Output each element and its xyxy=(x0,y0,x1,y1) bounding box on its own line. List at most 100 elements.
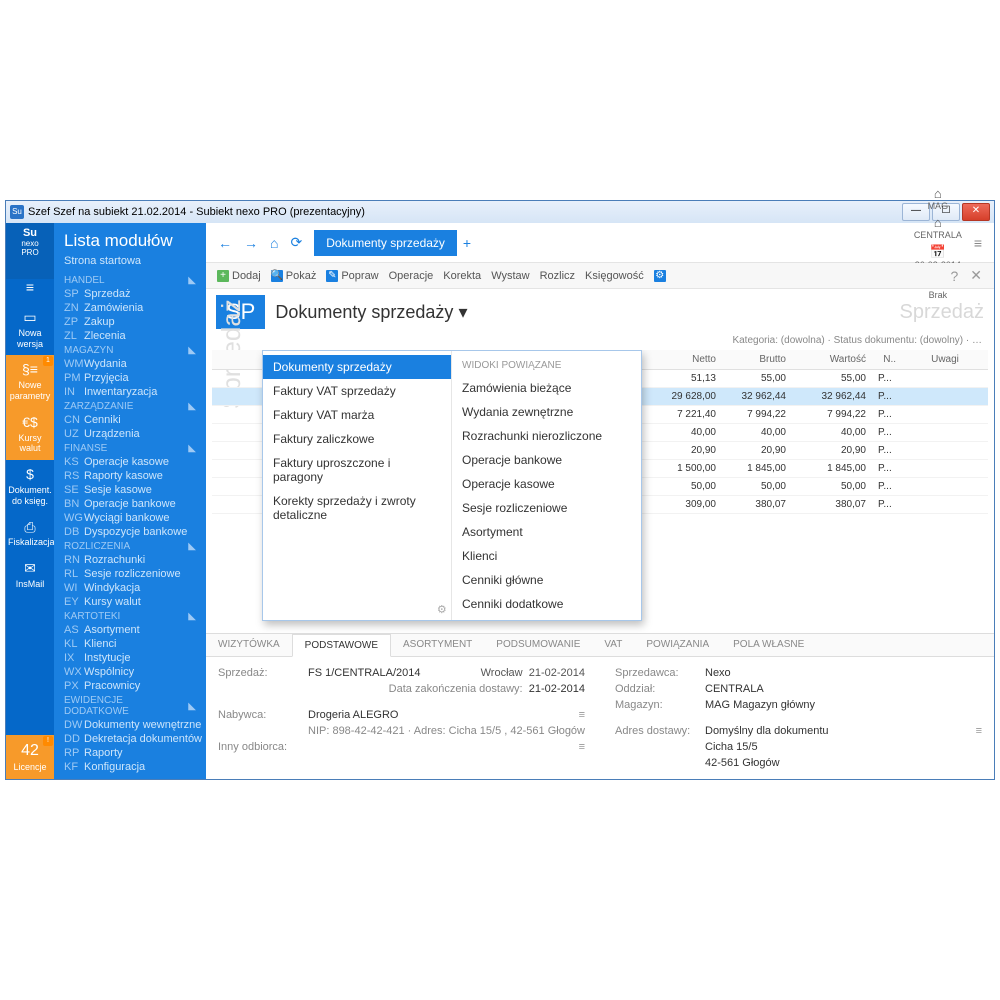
add-button[interactable]: +Dodaj xyxy=(212,267,266,285)
sidebar-item[interactable]: IXInstytucje xyxy=(54,651,206,665)
sidebar-item[interactable]: PMPrzyjęcia xyxy=(54,371,206,385)
show-button[interactable]: 🔍Pokaż xyxy=(266,267,322,285)
fix-button[interactable]: ✎Popraw xyxy=(321,267,383,285)
sidebar-category[interactable]: ZARZĄDZANIE◣ xyxy=(54,399,206,413)
dropdown-related-item[interactable]: Zamówienia bieżące xyxy=(452,376,641,400)
sidebar-item[interactable]: RNRozrachunki xyxy=(54,553,206,567)
col-wartosc[interactable]: Wartość xyxy=(792,350,872,369)
nav-menu-icon[interactable]: ≡ xyxy=(968,231,988,255)
sidebar-category[interactable]: ROZLICZENIA◣ xyxy=(54,539,206,553)
sidebar-item[interactable]: DWDokumenty wewnętrzne xyxy=(54,718,206,732)
nav-tab[interactable]: Dokumenty sprzedaży xyxy=(314,230,457,256)
sidebar-item[interactable]: CNCenniki xyxy=(54,413,206,427)
menu-icon[interactable]: ≡ xyxy=(976,725,982,737)
sidebar-category[interactable]: MAGAZYN◣ xyxy=(54,343,206,357)
sidebar-item[interactable]: KLKlienci xyxy=(54,637,206,651)
dropdown-related-item[interactable]: Operacje kasowe xyxy=(452,472,641,496)
sidebar-item[interactable]: KSOperacje kasowe xyxy=(54,455,206,469)
detail-tab[interactable]: PODSUMOWANIE xyxy=(484,634,592,656)
sidebar-item[interactable]: UZUrządzenia xyxy=(54,427,206,441)
sidebar-item[interactable]: INInwentaryzacja xyxy=(54,385,206,399)
sidebar-item[interactable]: WIWindykacja xyxy=(54,581,206,595)
license-button[interactable]: 42 Licencje ! xyxy=(6,735,54,779)
dropdown-item[interactable]: Dokumenty sprzedaży xyxy=(263,355,451,379)
rail-item[interactable]: ✉InsMail xyxy=(6,554,54,596)
sidebar-category[interactable]: FINANSE◣ xyxy=(54,441,206,455)
sidebar-item[interactable]: WXWspólnicy xyxy=(54,665,206,679)
sidebar-item[interactable]: ZLZlecenia xyxy=(54,329,206,343)
hamburger-icon[interactable]: ≡ xyxy=(6,279,54,303)
dropdown-item[interactable]: Faktury VAT sprzedaży xyxy=(263,379,451,403)
rail-item[interactable]: €$Kursy walut xyxy=(6,408,54,460)
sidebar-item[interactable]: DDDekretacja dokumentów xyxy=(54,732,206,746)
sidebar-item[interactable]: RPRaporty xyxy=(54,746,206,760)
menu-icon[interactable]: ≡ xyxy=(579,709,585,721)
sidebar-item[interactable]: ASAsortyment xyxy=(54,623,206,637)
sidebar-item[interactable]: WGWyciągi bankowe xyxy=(54,511,206,525)
value: Domyślny dla dokumentu xyxy=(705,725,976,737)
col-n[interactable]: N.. xyxy=(872,350,902,369)
dropdown-related-item[interactable]: Sesje rozliczeniowe xyxy=(452,496,641,520)
dropdown-related-item[interactable]: Asortyment xyxy=(452,520,641,544)
nav-home-icon[interactable]: ⌂ xyxy=(264,231,284,255)
col-brutto[interactable]: Brutto xyxy=(722,350,792,369)
nav-context-button[interactable]: ⌂MAG xyxy=(908,184,968,213)
col-uwagi[interactable]: Uwagi xyxy=(902,350,988,369)
col-netto[interactable]: Netto xyxy=(652,350,722,369)
operations-button[interactable]: Operacje xyxy=(384,267,439,285)
sidebar-item[interactable]: WMWydania xyxy=(54,357,206,371)
nav-back-icon[interactable]: ← xyxy=(212,231,238,255)
sidebar-category[interactable]: HANDEL◣ xyxy=(54,273,206,287)
dropdown-item[interactable]: Faktury uproszczone i paragony xyxy=(263,451,451,489)
close-panel-icon[interactable]: ✕ xyxy=(964,267,988,284)
sidebar-item[interactable]: SPSprzedaż xyxy=(54,287,206,301)
sidebar-item[interactable]: RLSesje rozliczeniowe xyxy=(54,567,206,581)
dropdown-related-item[interactable]: Cenniki główne xyxy=(452,568,641,592)
sidebar-item[interactable]: RSRaporty kasowe xyxy=(54,469,206,483)
dropdown-related-item[interactable]: Cenniki dodatkowe xyxy=(452,592,641,616)
dropdown-item[interactable]: Faktury VAT marża xyxy=(263,403,451,427)
nav-refresh-icon[interactable]: ⟳ xyxy=(284,230,308,255)
gear-icon[interactable]: ⚙ xyxy=(437,603,447,616)
sidebar-item[interactable]: DBDyspozycje bankowe xyxy=(54,525,206,539)
detail-tab[interactable]: POWIĄZANIA xyxy=(634,634,721,656)
detail-tab[interactable]: ASORTYMENT xyxy=(391,634,484,656)
accounting-button[interactable]: Księgowość xyxy=(580,267,649,285)
detail-tab[interactable]: WIZYTÓWKA xyxy=(206,634,292,656)
rail-item[interactable]: §≡Nowe parametry1 xyxy=(6,355,54,407)
rail-item[interactable]: $Dokument. do księg. xyxy=(6,460,54,512)
sidebar-item[interactable]: ZPZakup xyxy=(54,315,206,329)
issue-button[interactable]: Wystaw xyxy=(486,267,534,285)
dropdown-related-item[interactable]: Klienci xyxy=(452,544,641,568)
nav-context-button[interactable]: ⌂CENTRALA xyxy=(908,213,968,242)
detail-tab[interactable]: PODSTAWOWE xyxy=(292,634,391,657)
sidebar-start[interactable]: Strona startowa xyxy=(54,253,206,273)
settings-gear-button[interactable]: ⚙ xyxy=(649,267,671,285)
sidebar-item[interactable]: PXPracownicy xyxy=(54,679,206,693)
dropdown-related-item[interactable]: Rozrachunki nierozliczone xyxy=(452,424,641,448)
help-icon[interactable]: ? xyxy=(944,268,964,284)
sidebar-item[interactable]: BNOperacje bankowe xyxy=(54,497,206,511)
sidebar-item[interactable]: SESesje kasowe xyxy=(54,483,206,497)
menu-icon[interactable]: ≡ xyxy=(579,741,585,753)
dropdown-item[interactable]: Faktury zaliczkowe xyxy=(263,427,451,451)
detail-tab[interactable]: POLA WŁASNE xyxy=(721,634,816,656)
nav-add-tab-icon[interactable]: + xyxy=(457,231,477,255)
detail-tab[interactable]: VAT xyxy=(592,634,634,656)
dropdown-related-item[interactable]: Operacje bankowe xyxy=(452,448,641,472)
collapse-icon: ◣ xyxy=(188,401,196,412)
filter-summary[interactable]: Kategoria: (dowolna) · Status dokumentu:… xyxy=(206,335,994,350)
sidebar-item[interactable]: ZNZamówienia xyxy=(54,301,206,315)
sidebar-category[interactable]: EWIDENCJE DODATKOWE◣ xyxy=(54,693,206,718)
dropdown-related-item[interactable]: Wydania zewnętrzne xyxy=(452,400,641,424)
dropdown-item[interactable]: Korekty sprzedaży i zwroty detaliczne xyxy=(263,489,451,527)
nav-forward-icon[interactable]: → xyxy=(238,231,264,255)
view-dropdown-trigger[interactable]: Dokumenty sprzedaży ▾ xyxy=(275,302,467,323)
sidebar-category[interactable]: KARTOTEKI◣ xyxy=(54,609,206,623)
sidebar-item[interactable]: EYKursy walut xyxy=(54,595,206,609)
rail-item[interactable]: ⎙Fiskalizacja xyxy=(6,513,54,555)
settle-button[interactable]: Rozlicz xyxy=(535,267,580,285)
rail-item[interactable]: ▭Nowa wersja xyxy=(6,303,54,355)
correction-button[interactable]: Korekta xyxy=(438,267,486,285)
sidebar-item[interactable]: KFKonfiguracja xyxy=(54,760,206,774)
